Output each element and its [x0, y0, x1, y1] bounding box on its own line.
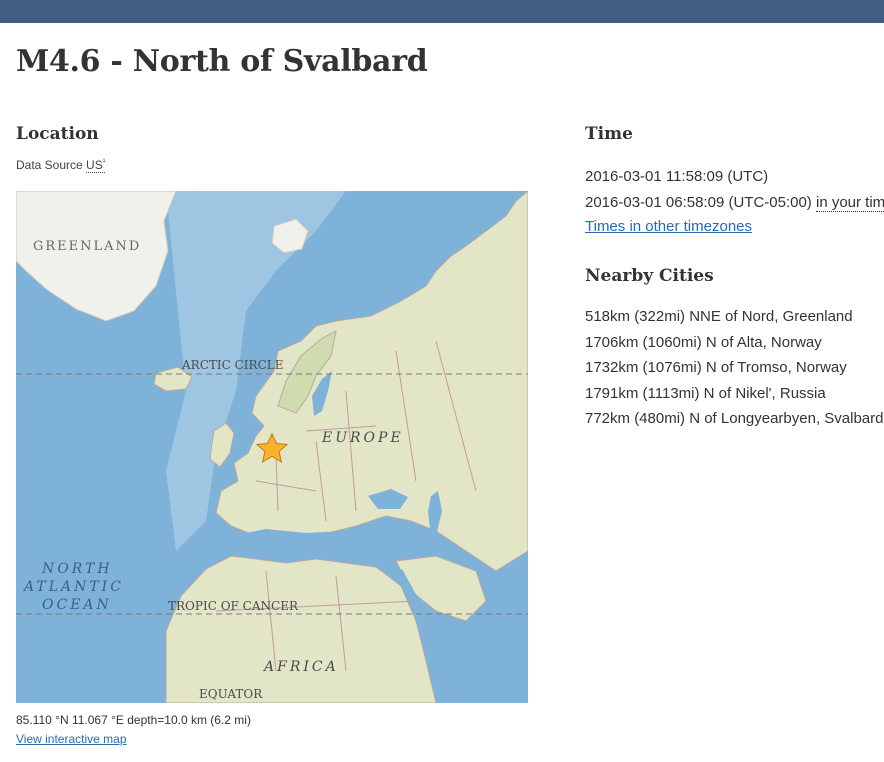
time-utc: 2016-03-01 11:58:09 (UTC)	[585, 168, 769, 185]
data-source-label: Data Source	[16, 158, 83, 172]
nearby-city-item: 1732km (1076mi) N of Tromso, Norway	[585, 359, 847, 376]
top-navigation-bar	[0, 0, 884, 23]
location-map[interactable]: GREENLAND ARCTIC CIRCLE EUROPE NORTH ATL…	[16, 191, 528, 703]
map-label-europe: EUROPE	[321, 430, 404, 446]
nearby-city-item: 518km (322mi) NNE of Nord, Greenland	[585, 308, 853, 325]
map-label-arctic-circle: ARCTIC CIRCLE	[181, 358, 284, 372]
nearby-city-item: 772km (480mi) N of Longyearbyen, Svalbar…	[585, 410, 884, 427]
time-heading: Time	[585, 124, 633, 144]
data-source-footnote: ¹	[102, 157, 106, 166]
nearby-cities-heading: Nearby Cities	[585, 266, 714, 286]
time-local: 2016-03-01 06:58:09 (UTC-05:00) in your …	[585, 194, 884, 212]
map-label-atlantic: ATLANTIC	[22, 579, 124, 595]
data-source-value: US	[86, 158, 103, 172]
time-local-value: 2016-03-01 06:58:09 (UTC-05:00)	[585, 194, 812, 211]
data-source: Data Source US¹	[16, 157, 106, 173]
nearby-cities-list: 518km (322mi) NNE of Nord, Greenland 170…	[585, 308, 884, 436]
location-heading: Location	[16, 124, 99, 144]
nearby-city-item: 1791km (1113mi) N of Nikel', Russia	[585, 384, 826, 402]
view-interactive-map-link[interactable]: View interactive map	[16, 732, 127, 746]
other-timezones-link[interactable]: Times in other timezones	[585, 218, 752, 235]
data-source-abbreviation[interactable]: US¹	[86, 157, 106, 173]
map-label-africa: AFRICA	[262, 659, 339, 675]
nearby-city-item: 1706km (1060mi) N of Alta, Norway	[585, 333, 822, 351]
local-timezone-note[interactable]: in your timezone	[815, 194, 884, 212]
page-title: M4.6 - North of Svalbard	[16, 44, 428, 79]
map-label-ocean: OCEAN	[42, 597, 112, 613]
event-coordinates: 85.110 °N 11.067 °E depth=10.0 km (6.2 m…	[16, 713, 251, 727]
map-label-tropic: TROPIC OF CANCER	[168, 599, 299, 613]
map-label-equator: EQUATOR	[199, 687, 263, 701]
map-label-north: NORTH	[41, 561, 113, 577]
map-label-greenland: GREENLAND	[33, 239, 141, 254]
